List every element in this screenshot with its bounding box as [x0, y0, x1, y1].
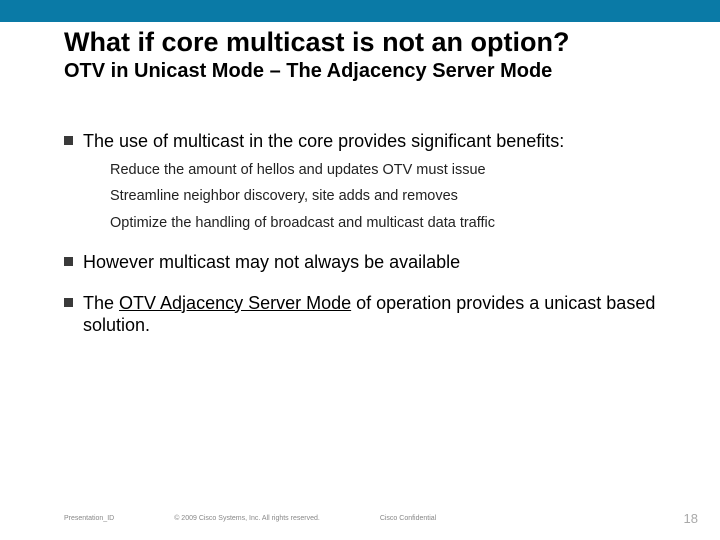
footer: Presentation_ID © 2009 Cisco Systems, In…: [64, 515, 690, 522]
title-block: What if core multicast is not an option?…: [64, 28, 680, 83]
sub-bullet-text: Streamline neighbor discovery, site adds…: [110, 187, 666, 206]
sub-bullet-list: Reduce the amount of hellos and updates …: [110, 161, 666, 234]
bullet-text-underline: OTV Adjacency Server Mode: [119, 293, 351, 313]
bullet-item: The OTV Adjacency Server Mode of operati…: [64, 292, 666, 337]
square-bullet-icon: [64, 136, 73, 145]
slide: What if core multicast is not an option?…: [0, 0, 720, 540]
bullet-item: The use of multicast in the core provide…: [64, 130, 666, 153]
slide-subtitle: OTV in Unicast Mode – The Adjacency Serv…: [64, 60, 680, 83]
footer-confidential: Cisco Confidential: [380, 515, 436, 522]
content-area: The use of multicast in the core provide…: [64, 130, 666, 343]
square-bullet-icon: [64, 298, 73, 307]
bullet-text: The OTV Adjacency Server Mode of operati…: [83, 292, 666, 337]
bullet-text: However multicast may not always be avai…: [83, 251, 460, 274]
sub-bullet-text: Optimize the handling of broadcast and m…: [110, 214, 666, 233]
sub-bullet-text: Reduce the amount of hellos and updates …: [110, 161, 666, 180]
footer-presentation-id: Presentation_ID: [64, 515, 114, 522]
bullet-text: The use of multicast in the core provide…: [83, 130, 564, 153]
bullet-text-pre: The: [83, 293, 119, 313]
page-number: 18: [684, 511, 698, 526]
bullet-item: However multicast may not always be avai…: [64, 251, 666, 274]
footer-copyright: © 2009 Cisco Systems, Inc. All rights re…: [174, 515, 320, 522]
slide-title: What if core multicast is not an option?: [64, 28, 680, 58]
square-bullet-icon: [64, 257, 73, 266]
top-accent-bar: [0, 0, 720, 22]
